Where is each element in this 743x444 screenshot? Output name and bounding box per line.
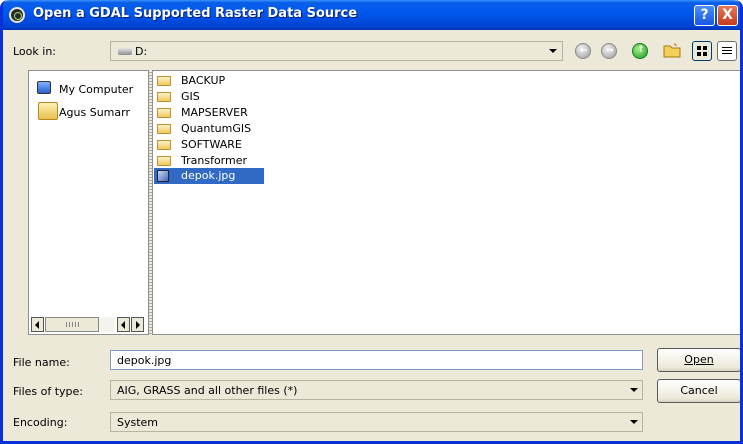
grid-icon — [697, 46, 707, 56]
scroll-left-icon[interactable] — [31, 317, 44, 332]
file-name-field[interactable]: depok.jpg — [110, 350, 643, 370]
dialog-window: Open a GDAL Supported Raster Data Source… — [0, 0, 743, 444]
folder-icon — [157, 140, 171, 150]
file-name: QuantumGIS — [181, 122, 252, 135]
close-button[interactable]: X — [717, 5, 738, 26]
files-of-type-label: Files of type: — [13, 385, 84, 398]
forward-button[interactable]: → — [601, 43, 617, 59]
chevron-down-icon[interactable] — [627, 382, 641, 398]
file-list[interactable]: BACKUP GIS MAPSERVER QuantumGIS SOFTWARE… — [152, 70, 740, 335]
folder-icon — [157, 156, 171, 166]
help-button[interactable]: ? — [694, 5, 715, 26]
title-bar[interactable]: Open a GDAL Supported Raster Data Source… — [3, 0, 740, 30]
list-icon — [722, 46, 732, 56]
scrollbar-track[interactable] — [99, 317, 115, 332]
back-button[interactable]: ← — [575, 43, 591, 59]
folder-icon — [157, 108, 171, 118]
sidebar[interactable]: My Computer Agus Sumarr — [28, 70, 149, 335]
encoding-value: System — [117, 416, 159, 429]
open-button-label: Open — [684, 353, 714, 366]
scroll-right-icon[interactable] — [131, 317, 144, 332]
sidebar-item-label: My Computer — [59, 83, 134, 96]
list-view-button[interactable] — [717, 41, 737, 61]
computer-icon — [37, 81, 51, 94]
drive-icon — [118, 48, 132, 55]
files-of-type-select[interactable]: AIG, GRASS and all other files (*) — [110, 380, 643, 400]
cancel-button[interactable]: Cancel — [657, 379, 740, 403]
folder-icon — [157, 92, 171, 102]
qgis-logo-icon — [9, 7, 25, 23]
icon-view-button[interactable] — [692, 41, 712, 61]
folder-icon — [38, 102, 58, 120]
image-file-icon — [157, 170, 169, 182]
look-in-label: Look in: — [13, 45, 56, 58]
window-title: Open a GDAL Supported Raster Data Source — [33, 6, 358, 21]
chevron-down-icon[interactable] — [627, 414, 641, 430]
file-name: BACKUP — [181, 74, 226, 87]
folder-icon — [157, 76, 171, 86]
file-name: GIS — [181, 90, 200, 103]
files-of-type-value: AIG, GRASS and all other files (*) — [117, 384, 298, 397]
scroll-left-icon[interactable] — [117, 317, 130, 332]
file-name-label: File name: — [13, 356, 70, 369]
sidebar-item-agus-sumarr[interactable]: Agus Sumarr — [35, 102, 147, 122]
look-in-value: D: — [135, 45, 148, 58]
list-item-selected[interactable]: depok.jpg — [154, 168, 264, 184]
file-name: depok.jpg — [181, 169, 236, 182]
file-name: Transformer — [181, 154, 248, 167]
chevron-down-icon[interactable] — [546, 44, 560, 58]
sidebar-scrollbar[interactable] — [31, 317, 147, 332]
open-button[interactable]: Open — [657, 348, 740, 372]
folder-icon — [157, 124, 171, 134]
encoding-select[interactable]: System — [110, 412, 643, 432]
new-folder-icon[interactable] — [663, 42, 681, 58]
file-name: MAPSERVER — [181, 106, 248, 119]
look-in-combo[interactable]: D: — [110, 41, 563, 61]
file-name: SOFTWARE — [181, 138, 242, 151]
sidebar-item-my-computer[interactable]: My Computer — [35, 79, 147, 99]
scrollbar-thumb[interactable] — [45, 317, 99, 332]
file-name-value: depok.jpg — [117, 354, 172, 367]
encoding-label: Encoding: — [13, 416, 68, 429]
sidebar-item-label: Agus Sumarr — [59, 106, 130, 119]
up-folder-button[interactable]: ↑ — [632, 43, 648, 59]
